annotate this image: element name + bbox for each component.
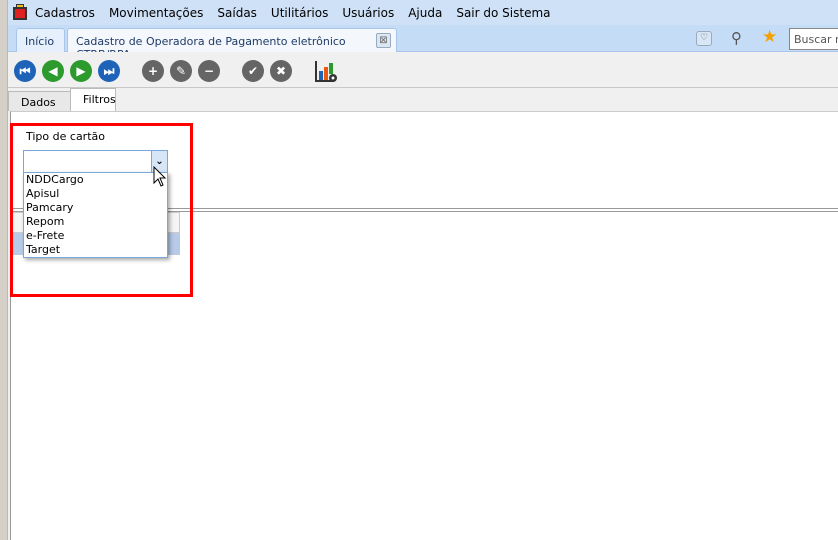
- previous-record-icon[interactable]: ◀: [42, 60, 64, 82]
- tab-filtros[interactable]: Filtros: [70, 88, 116, 111]
- cancel-x-icon[interactable]: ✖: [270, 60, 292, 82]
- star-icon[interactable]: ★: [762, 27, 777, 47]
- next-record-icon[interactable]: ▶: [70, 60, 92, 82]
- menu-movimentacoes[interactable]: Movimentações: [109, 6, 203, 20]
- unpin-icon[interactable]: ⚲: [731, 29, 742, 47]
- menu-bar: Cadastros Movimentações Saídas Utilitári…: [8, 0, 838, 25]
- first-record-icon[interactable]: ⏮: [14, 60, 36, 82]
- left-border: [0, 0, 8, 540]
- chart-settings-icon[interactable]: [314, 59, 338, 83]
- tab-dados[interactable]: Dados: [8, 91, 71, 111]
- confirm-check-icon[interactable]: ✔: [242, 60, 264, 82]
- tab-inicio[interactable]: Início: [16, 28, 65, 52]
- menu-usuarios[interactable]: Usuários: [342, 6, 394, 20]
- menu-saidas[interactable]: Saídas: [217, 6, 257, 20]
- toolbar: ⏮ ◀ ▶ ⏭ + ✎ − ✔ ✖: [8, 52, 838, 88]
- search-input[interactable]: Buscar na p: [789, 28, 838, 50]
- last-record-icon[interactable]: ⏭: [98, 60, 120, 82]
- close-icon[interactable]: ⊠: [376, 33, 391, 48]
- tab-bar: Início Cadastro de Operadora de Pagament…: [8, 25, 838, 61]
- highlight-box: [10, 123, 193, 297]
- tab-cadastro-operadora[interactable]: Cadastro de Operadora de Pagamento eletr…: [67, 28, 397, 61]
- remove-icon[interactable]: −: [198, 60, 220, 82]
- favorite-heart-icon[interactable]: ♡: [696, 31, 712, 46]
- menu-cadastros[interactable]: Cadastros: [35, 6, 95, 20]
- menu-ajuda[interactable]: Ajuda: [408, 6, 442, 20]
- edit-pencil-icon[interactable]: ✎: [170, 60, 192, 82]
- menu-utilitarios[interactable]: Utilitários: [271, 6, 328, 20]
- add-icon[interactable]: +: [142, 60, 164, 82]
- menu-sair[interactable]: Sair do Sistema: [456, 6, 550, 20]
- sub-tabs: Dados Filtros: [8, 88, 838, 111]
- app-icon: [11, 3, 29, 22]
